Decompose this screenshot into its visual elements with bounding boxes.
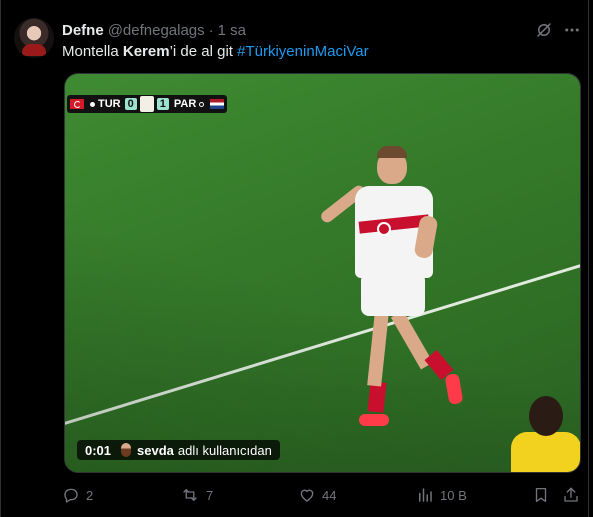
bookmark-button[interactable] xyxy=(532,484,550,506)
tweet-header: Defne @defnegalags · 1 sa xyxy=(62,20,246,40)
avatar[interactable] xyxy=(14,18,54,58)
share-icon xyxy=(562,486,580,504)
home-team: TUR xyxy=(98,98,121,110)
video-player[interactable]: TUR 0 1 PAR 0:01 sevda adlı kullanıcıdan xyxy=(64,73,581,473)
reply-button[interactable]: 2 xyxy=(62,484,93,506)
author-handle[interactable]: @defnegalags xyxy=(108,22,205,39)
grok-icon[interactable] xyxy=(534,20,554,40)
turkey-flag-icon xyxy=(70,99,84,109)
netherlands-flag-icon xyxy=(210,99,225,109)
reply-count: 2 xyxy=(86,487,94,503)
source-user[interactable]: sevda xyxy=(137,443,174,458)
author-display-name[interactable]: Defne xyxy=(62,22,104,39)
tweet[interactable]: Defne @defnegalags · 1 sa Montella Kerem… xyxy=(14,10,589,517)
source-suffix: adlı kullanıcıdan xyxy=(177,442,272,458)
timestamp[interactable]: 1 sa xyxy=(218,22,246,39)
repost-icon xyxy=(180,486,200,504)
column-divider xyxy=(0,0,1,517)
repost-count: 7 xyxy=(206,487,214,503)
home-score: 0 xyxy=(124,98,137,110)
source-avatar xyxy=(121,443,132,457)
like-count: 44 xyxy=(322,487,337,503)
reply-icon xyxy=(62,486,80,504)
indicator-ring xyxy=(199,101,205,107)
views-icon xyxy=(416,486,434,504)
bookmark-icon xyxy=(532,486,550,504)
video-caption: 0:01 sevda adlı kullanıcıdan xyxy=(77,440,280,460)
away-team: PAR xyxy=(173,98,197,110)
away-score: 1 xyxy=(156,98,169,110)
tweet-text-bold: Kerem xyxy=(122,43,170,60)
pitch-shade xyxy=(65,74,580,472)
more-icon[interactable] xyxy=(562,20,582,40)
bystander-figure xyxy=(505,396,580,472)
video-timecode: 0:01 xyxy=(85,442,112,458)
player-figure xyxy=(318,146,475,466)
action-bar: 2 7 44 10 B xyxy=(62,484,587,506)
tournament-logo-icon xyxy=(139,96,154,112)
repost-button[interactable]: 7 xyxy=(180,484,213,506)
scorebug: TUR 0 1 PAR xyxy=(67,95,228,113)
tweet-text-part: ’i de al git xyxy=(169,43,238,60)
view-count: 10 B xyxy=(440,487,467,503)
hashtag-link[interactable]: #TürkiyeninMaciVar xyxy=(237,43,368,60)
share-button[interactable] xyxy=(562,484,580,506)
indicator-dot xyxy=(90,101,95,107)
like-button[interactable]: 44 xyxy=(298,484,336,506)
tweet-text-part: Montella xyxy=(62,43,123,60)
separator: · xyxy=(208,21,214,39)
tweet-text: Montella Kerem’i de al git #TürkiyeninMa… xyxy=(62,42,369,62)
like-icon xyxy=(298,486,316,504)
views-button[interactable]: 10 B xyxy=(416,484,467,506)
